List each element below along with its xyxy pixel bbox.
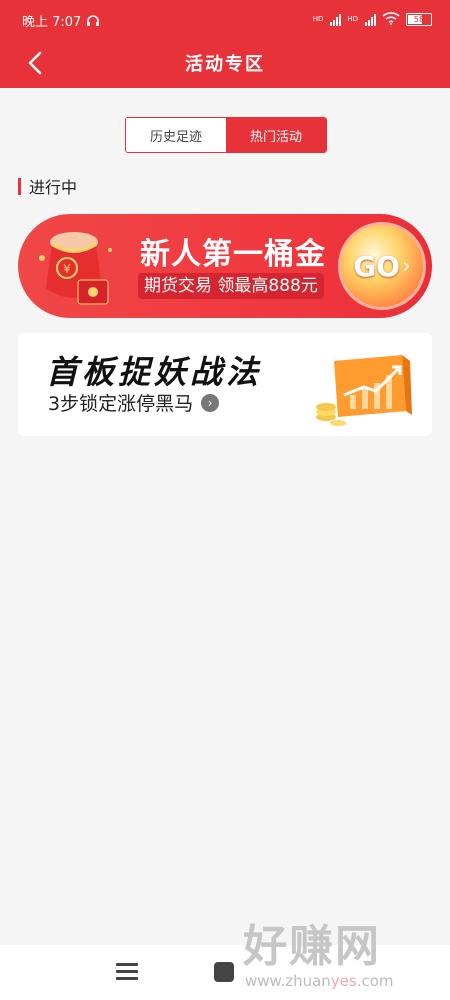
status-indicators: HD HD 58 (313, 10, 432, 29)
banner-title: 首板捉妖战法 (46, 353, 263, 391)
section-title: 进行中 (18, 176, 78, 197)
battery-level: 58 (413, 15, 425, 24)
banner-subtitle: 期货交易 领最高888元 (138, 273, 324, 299)
rising-chart-coins-icon (316, 355, 412, 426)
hd-icon: HD (312, 15, 324, 23)
first-board-strategy-banner[interactable]: 首板捉妖战法 3步锁定涨停黑马 › (18, 333, 432, 436)
go-button[interactable]: GO › (338, 222, 426, 310)
tab-hot-activities[interactable]: 热门活动 (226, 118, 326, 152)
app-header: 晚上 7:07 HD HD 58 活动专区 (0, 0, 450, 88)
svg-text:¥: ¥ (63, 262, 71, 276)
menu-icon[interactable] (116, 963, 138, 981)
watermark-domain-part: .com (356, 972, 394, 990)
signal-icon (365, 13, 376, 26)
red-envelope-gift-icon: ¥ (39, 232, 112, 305)
watermark-domain-part: yes (330, 972, 357, 990)
home-square-icon[interactable] (214, 962, 234, 982)
banner-title: 新人第一桶金 (140, 237, 326, 272)
page-title: 活动专区 (185, 54, 265, 75)
watermark-domain-part: www.zhuan (245, 972, 331, 990)
section-title-label: 进行中 (29, 178, 78, 197)
status-bar: 晚上 7:07 HD HD 58 (0, 0, 450, 38)
headphones-icon (86, 12, 100, 31)
status-time: 晚上 7:07 (22, 15, 82, 30)
chevron-right-icon: › (401, 253, 411, 279)
hd-icon: HD (347, 15, 358, 23)
signal-icon (330, 13, 342, 26)
chevron-right-icon: › (201, 393, 220, 412)
new-user-gold-banner[interactable]: ¥ 新人第一桶金 期货交易 领最高888元 GO › (18, 214, 432, 318)
wifi-icon (382, 10, 400, 29)
segmented-tabs: 历史足迹 热门活动 (125, 117, 327, 153)
section-marker (18, 177, 21, 195)
go-label: GO (353, 249, 400, 283)
battery-icon: 58 (406, 13, 432, 26)
banner-subtitle: 3步锁定涨停黑马 (48, 393, 194, 415)
banner-subtitle-row: 3步锁定涨停黑马 › (48, 389, 220, 416)
watermark-title: 好赚网 (243, 921, 381, 972)
watermark: 好赚网 www.zhuanyes.com (243, 910, 443, 990)
nav-bar: 活动专区 (0, 38, 450, 88)
watermark-domain: www.zhuanyes.com (245, 972, 394, 990)
tab-history[interactable]: 历史足迹 (126, 118, 226, 152)
